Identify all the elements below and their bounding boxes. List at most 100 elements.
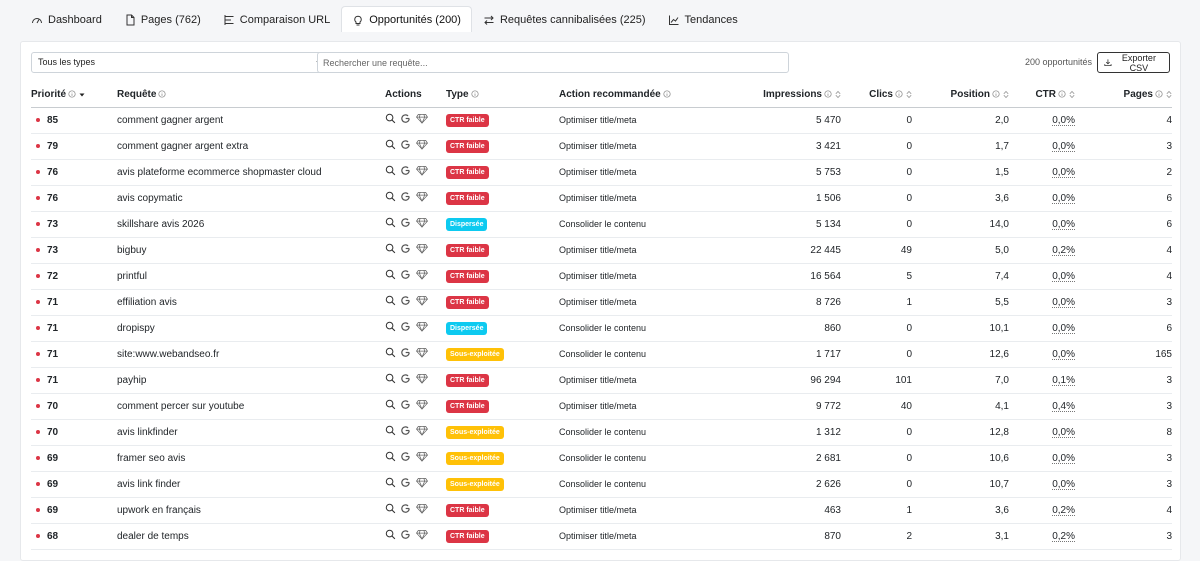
google-icon[interactable] (400, 165, 411, 176)
google-icon[interactable] (400, 425, 411, 436)
google-icon[interactable] (400, 295, 411, 306)
cell-action: Consolider le contenu (559, 315, 729, 342)
diamond-icon[interactable] (415, 269, 429, 280)
info-icon (68, 90, 76, 98)
cell-priorite: 70 (31, 419, 117, 446)
table-row[interactable]: 72 printful CTR faible Optimiser title/meta… (31, 263, 1172, 290)
diamond-icon[interactable] (415, 373, 429, 384)
diamond-icon[interactable] (415, 243, 429, 254)
col-actions: Actions (385, 82, 446, 108)
diamond-icon[interactable] (415, 191, 429, 202)
diamond-icon[interactable] (415, 477, 429, 488)
search-icon[interactable] (385, 529, 396, 540)
tab-5[interactable]: Tendances (657, 6, 749, 32)
cell-requete: dropispy (117, 315, 385, 342)
diamond-icon[interactable] (415, 139, 429, 150)
table-row[interactable]: 71 effiliation avis CTR faible Optimiser ti… (31, 289, 1172, 316)
tab-0[interactable]: Dashboard (20, 6, 113, 32)
cell-actions (385, 185, 446, 212)
tab-4[interactable]: Requêtes cannibalisées (225) (472, 6, 657, 32)
table-header-row: Priorité Requête Actions Type Action rec… (31, 82, 1172, 108)
diamond-icon[interactable] (415, 399, 429, 410)
col-requete[interactable]: Requête (117, 82, 385, 108)
search-icon[interactable] (385, 295, 396, 306)
google-icon[interactable] (400, 373, 411, 384)
google-icon[interactable] (400, 139, 411, 150)
col-type[interactable]: Type (446, 82, 559, 108)
cell-ctr: 0,0% (1009, 107, 1075, 134)
google-icon[interactable] (400, 477, 411, 488)
table-row[interactable]: 73 skillshare avis 2026 Dispersée Consolide… (31, 211, 1172, 238)
table-row[interactable]: 71 site:www.webandseo.fr Sous-exploitée Con… (31, 341, 1172, 368)
diamond-icon[interactable] (415, 347, 429, 358)
search-icon[interactable] (385, 399, 396, 410)
search-icon[interactable] (385, 425, 396, 436)
table-row[interactable]: 85 comment gagner argent CTR faible Optimis… (31, 107, 1172, 134)
google-icon[interactable] (400, 243, 411, 254)
diamond-icon[interactable] (415, 113, 429, 124)
table-row[interactable]: 71 dropispy Dispersée Consolider le contenu… (31, 315, 1172, 342)
search-icon[interactable] (385, 503, 396, 514)
google-icon[interactable] (400, 269, 411, 280)
search-icon[interactable] (385, 243, 396, 254)
cell-action: Optimiser title/meta (559, 523, 729, 550)
col-ctr[interactable]: CTR (1009, 82, 1075, 108)
col-action-recommandee[interactable]: Action recommandée (559, 82, 729, 108)
search-icon[interactable] (385, 269, 396, 280)
google-icon[interactable] (400, 399, 411, 410)
google-icon[interactable] (400, 451, 411, 462)
table-row[interactable]: 76 avis copymatic CTR faible Optimiser titl… (31, 185, 1172, 212)
search-icon[interactable] (385, 373, 396, 384)
table-row[interactable]: 69 avis link finder Sous-exploitée Consolid… (31, 471, 1172, 498)
col-priorite[interactable]: Priorité (31, 82, 117, 108)
diamond-icon[interactable] (415, 165, 429, 176)
search-icon[interactable] (385, 139, 396, 150)
table-row[interactable]: 69 upwork en français CTR faible Optimiser … (31, 497, 1172, 524)
google-icon[interactable] (400, 113, 411, 124)
cell-position: 12,8 (912, 419, 1009, 446)
col-impressions[interactable]: Impressions (729, 82, 841, 108)
diamond-icon[interactable] (415, 451, 429, 462)
tab-3[interactable]: Opportunités (200) (341, 6, 472, 32)
cell-priorite: 72 (31, 263, 117, 290)
table-row[interactable]: 70 avis linkfinder Sous-exploitée Consolide… (31, 419, 1172, 446)
tab-2[interactable]: Comparaison URL (212, 6, 341, 32)
table-row[interactable]: 79 comment gagner argent extra CTR faible O… (31, 133, 1172, 160)
google-icon[interactable] (400, 191, 411, 202)
search-icon[interactable] (385, 321, 396, 332)
table-row[interactable]: 73 bigbuy CTR faible Optimiser title/meta 22… (31, 237, 1172, 264)
diamond-icon[interactable] (415, 425, 429, 436)
google-icon[interactable] (400, 347, 411, 358)
priority-dot (36, 299, 40, 304)
google-icon[interactable] (400, 217, 411, 228)
table-row[interactable]: 71 payhip CTR faible Optimiser title/meta 96… (31, 367, 1172, 394)
table-row[interactable]: 69 framer seo avis Sous-exploitée Consolide… (31, 445, 1172, 472)
cell-ctr: 0,0% (1009, 419, 1075, 446)
search-icon[interactable] (385, 191, 396, 202)
type-filter-select[interactable]: Tous les types (31, 52, 331, 73)
search-icon[interactable] (385, 113, 396, 124)
diamond-icon[interactable] (415, 529, 429, 540)
table-row[interactable]: 68 dealer de temps CTR faible Optimiser tit… (31, 523, 1172, 550)
search-icon[interactable] (385, 217, 396, 228)
search-icon[interactable] (385, 165, 396, 176)
diamond-icon[interactable] (415, 503, 429, 514)
google-icon[interactable] (400, 529, 411, 540)
col-pages[interactable]: Pages (1075, 82, 1172, 108)
table-row[interactable]: 76 avis plateforme ecommerce shopmaster c… (31, 159, 1172, 186)
cell-impressions: 1 506 (729, 185, 841, 212)
search-icon[interactable] (385, 451, 396, 462)
search-icon[interactable] (385, 477, 396, 488)
tab-1[interactable]: Pages (762) (113, 6, 212, 32)
table-row[interactable]: 70 comment percer sur youtube CTR faible Op… (31, 393, 1172, 420)
search-input[interactable] (317, 52, 789, 73)
export-csv-button[interactable]: Exporter CSV (1097, 52, 1170, 73)
diamond-icon[interactable] (415, 295, 429, 306)
google-icon[interactable] (400, 321, 411, 332)
col-clics[interactable]: Clics (841, 82, 912, 108)
search-icon[interactable] (385, 347, 396, 358)
google-icon[interactable] (400, 503, 411, 514)
diamond-icon[interactable] (415, 217, 429, 228)
col-position[interactable]: Position (912, 82, 1009, 108)
diamond-icon[interactable] (415, 321, 429, 332)
